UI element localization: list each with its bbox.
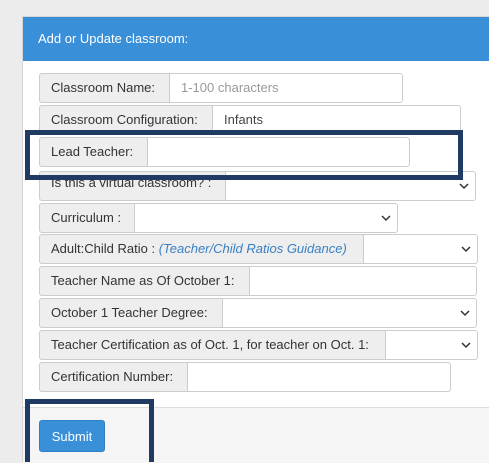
teacher-cert-oct1-label: Teacher Certification as of Oct. 1, for … xyxy=(39,330,385,360)
teacher-degree-oct1-label: October 1 Teacher Degree: xyxy=(39,298,222,328)
lead-teacher-label: Lead Teacher: xyxy=(39,137,147,167)
curriculum-select[interactable] xyxy=(134,203,398,233)
lead-teacher-row: Lead Teacher: xyxy=(39,137,410,167)
classroom-name-input[interactable]: 1-100 characters xyxy=(169,73,403,103)
classroom-configuration-value: Infants xyxy=(224,112,264,127)
ratio-guidance-link[interactable]: (Teacher/Child Ratios Guidance) xyxy=(159,241,347,256)
ratio-row: Adult:Child Ratio : (Teacher/Child Ratio… xyxy=(39,234,478,264)
ratio-label: Adult:Child Ratio : (Teacher/Child Ratio… xyxy=(39,234,363,264)
chevron-down-icon xyxy=(460,310,470,317)
classroom-configuration-select[interactable]: Infants xyxy=(212,105,461,135)
teacher-degree-oct1-select[interactable] xyxy=(222,298,477,328)
ratio-label-text: Adult:Child Ratio : xyxy=(51,241,156,256)
teacher-name-oct1-label: Teacher Name as Of October 1: xyxy=(39,266,249,296)
teacher-name-oct1-row: Teacher Name as Of October 1: xyxy=(39,266,477,296)
certification-number-input[interactable] xyxy=(187,362,451,392)
virtual-classroom-select[interactable] xyxy=(225,171,476,201)
teacher-name-oct1-input[interactable] xyxy=(249,266,477,296)
virtual-classroom-label: Is this a virtual classroom? : xyxy=(39,171,225,201)
chevron-down-icon xyxy=(461,246,471,253)
certification-number-label: Certification Number: xyxy=(39,362,187,392)
teacher-degree-oct1-row: October 1 Teacher Degree: xyxy=(39,298,477,328)
curriculum-row: Curriculum : xyxy=(39,203,398,233)
virtual-classroom-row: Is this a virtual classroom? : xyxy=(39,171,476,201)
panel-title: Add or Update classroom: xyxy=(23,17,489,61)
classroom-panel: Add or Update classroom: Classroom Name:… xyxy=(22,16,489,463)
classroom-name-row: Classroom Name: 1-100 characters xyxy=(39,73,403,103)
classroom-configuration-label: Classroom Configuration: xyxy=(39,105,212,135)
ratio-select[interactable] xyxy=(363,234,478,264)
chevron-down-icon xyxy=(459,183,469,190)
curriculum-label: Curriculum : xyxy=(39,203,134,233)
teacher-cert-oct1-select[interactable] xyxy=(385,330,478,360)
panel-footer: Submit xyxy=(23,407,489,463)
certification-number-row: Certification Number: xyxy=(39,362,451,392)
submit-button[interactable]: Submit xyxy=(39,420,105,452)
classroom-name-label: Classroom Name: xyxy=(39,73,169,103)
teacher-cert-oct1-row: Teacher Certification as of Oct. 1, for … xyxy=(39,330,478,360)
classroom-configuration-row: Classroom Configuration: Infants xyxy=(39,105,461,135)
chevron-down-icon xyxy=(461,342,471,349)
lead-teacher-input[interactable] xyxy=(147,137,410,167)
chevron-down-icon xyxy=(381,215,391,222)
